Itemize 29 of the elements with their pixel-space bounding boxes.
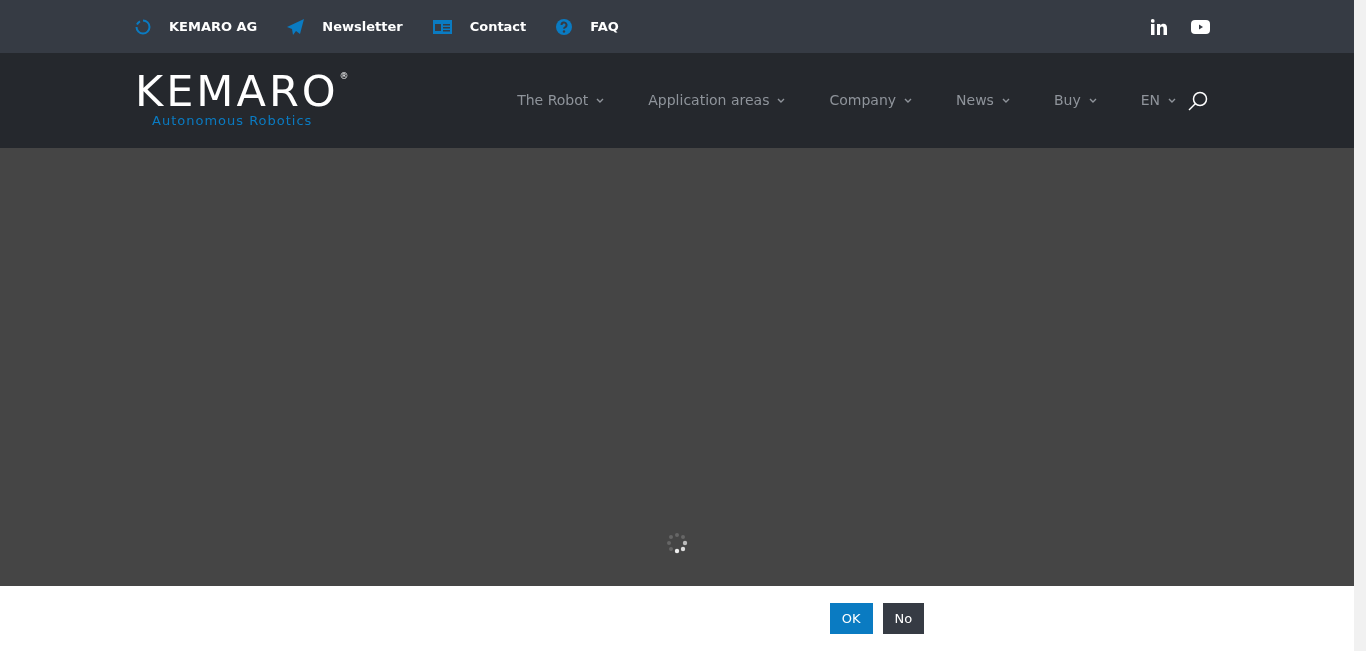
- nav-menu-item[interactable]: Company: [829, 90, 913, 111]
- decline-button[interactable]: No: [882, 603, 925, 634]
- top-bar-link[interactable]: Contact: [469, 16, 527, 37]
- top-bar-link[interactable]: KEMARO AG: [169, 16, 258, 37]
- help-icon: [556, 18, 573, 35]
- youtube-icon[interactable]: [1191, 19, 1210, 34]
- caret-icon: [1001, 98, 1010, 103]
- registered-mark: ®: [339, 70, 349, 81]
- caret-icon: [1168, 98, 1176, 103]
- search-icon[interactable]: [1188, 90, 1208, 111]
- linkedin-icon[interactable]: [1151, 18, 1167, 35]
- logo-tagline: Autonomous Robotics: [152, 111, 314, 130]
- paper-plane-icon: [287, 18, 305, 35]
- logo-wordmark[interactable]: KEMARO: [135, 70, 339, 111]
- accept-button[interactable]: OK: [829, 603, 873, 634]
- caret-icon: [596, 98, 605, 103]
- loading-spinner-icon: [666, 532, 688, 554]
- caret-icon: [777, 98, 786, 103]
- caret-icon: [1088, 98, 1097, 103]
- id-card-icon: [432, 19, 452, 34]
- top-bar-link[interactable]: FAQ: [590, 16, 619, 37]
- caret-icon: [904, 98, 913, 103]
- nav-menu-item[interactable]: Buy: [1053, 90, 1097, 111]
- nav-menu-item[interactable]: EN: [1140, 90, 1176, 111]
- nav-menu-item[interactable]: News: [956, 90, 1010, 111]
- nav-menu-item[interactable]: The Robot: [517, 90, 605, 111]
- nav-menu-item[interactable]: Application areas: [648, 90, 786, 111]
- ring-icon: [135, 18, 151, 35]
- top-bar-link[interactable]: Newsletter: [322, 16, 403, 37]
